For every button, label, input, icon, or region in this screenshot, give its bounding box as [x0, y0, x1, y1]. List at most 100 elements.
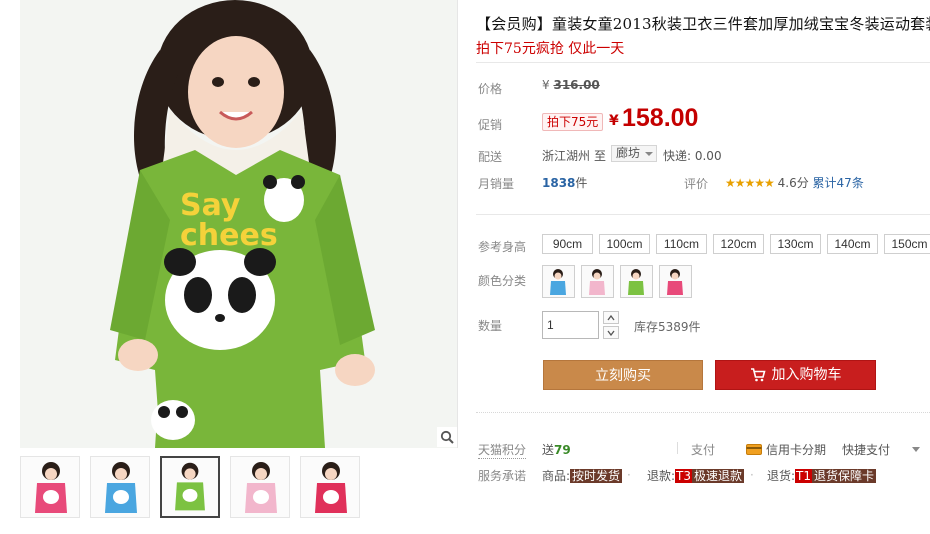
color-label: 颜色分类 [478, 274, 527, 288]
thumbnail-green-selected[interactable] [160, 456, 220, 518]
promise-refund[interactable]: 退款:T3 极速退款 [647, 467, 745, 484]
shipping-label: 配送 [478, 150, 503, 164]
chevron-down-icon[interactable] [912, 447, 920, 452]
original-price: ¥ 316.00 [542, 78, 600, 92]
shipping-to: 至 [594, 149, 607, 163]
size-option-130[interactable]: 130cm [770, 234, 821, 254]
svg-text:chees: chees [180, 218, 278, 253]
color-swatch-thumbnail [621, 266, 652, 297]
thumbnail-blue[interactable] [90, 456, 150, 518]
monthly-sales-count: 1838 [542, 176, 576, 190]
payment-separator [677, 442, 678, 454]
promise-return[interactable]: 退货:T1 退货保障卡 [767, 467, 877, 484]
tmall-points-value: 79 [554, 443, 571, 457]
add-to-cart-button[interactable]: 加入购物车 [715, 360, 876, 390]
quantity-input[interactable]: 1 [542, 311, 599, 339]
quantity-decrease-button[interactable] [603, 326, 619, 339]
color-option-green[interactable] [620, 265, 653, 298]
main-product-image[interactable]: Say chees [20, 0, 458, 448]
title-divider [476, 62, 930, 63]
promise-separator: · [750, 468, 754, 482]
thumbnail-strip [20, 456, 460, 522]
promo-label: 促销 [478, 118, 503, 132]
promise-goods-tag: 按时发货 [570, 469, 623, 483]
promise-goods[interactable]: 商品: 按时发货 [542, 467, 623, 484]
color-option-blue[interactable] [542, 265, 575, 298]
color-option-pink[interactable] [581, 265, 614, 298]
chevron-down-icon [645, 152, 654, 156]
rating-score: 4.6分 [777, 176, 809, 190]
color-option-rose[interactable] [659, 265, 692, 298]
promo-price-value: 158.00 [622, 104, 699, 132]
promise-refund-tag: 极速退款 [692, 469, 745, 483]
thumbnail-image [91, 457, 149, 517]
shipping-origin: 浙江湖州 [542, 149, 591, 163]
shipping-fee: 快递: 0.00 [663, 149, 722, 163]
destination-select[interactable]: 廊坊 [611, 145, 658, 162]
payment-label: 支付 [691, 443, 716, 457]
tmall-points-prefix: 送 [542, 443, 555, 457]
color-swatch-thumbnail [543, 266, 574, 297]
size-option-120[interactable]: 120cm [713, 234, 764, 254]
product-gallery: Say chees [0, 0, 462, 534]
promise-refund-prefix: 退款: [647, 469, 676, 483]
zoom-button[interactable] [437, 427, 457, 447]
color-options [542, 265, 692, 298]
tmall-points-label[interactable]: 天猫积分 [478, 441, 527, 459]
thumbnail-pink[interactable] [20, 456, 80, 518]
promise-goods-prefix: 商品: [542, 469, 571, 483]
color-swatch-thumbnail [582, 266, 613, 297]
quantity-label: 数量 [478, 319, 503, 333]
rating-stars-icon: ★★★★★ [725, 176, 775, 190]
product-detail-panel: 【会员购】童装女童2013秋装卫衣三件套加厚加绒宝宝冬装运动套装 拍下75元疯抢… [470, 0, 930, 534]
rating-label: 评价 [684, 177, 709, 191]
destination-value: 廊坊 [616, 146, 641, 160]
tmall-points: 送79 [542, 441, 571, 458]
credit-card-label: 信用卡分期 [766, 443, 827, 457]
add-to-cart-label: 加入购物车 [771, 367, 842, 383]
promo-price-currency: ¥ [609, 113, 619, 129]
quick-pay-option[interactable]: 快捷支付 [842, 441, 890, 458]
rating-summary[interactable]: ★★★★★ 4.6分 累计47条 [725, 174, 864, 191]
credit-card-installment[interactable]: 信用卡分期 [746, 441, 826, 458]
thumbnail-light-pink[interactable] [230, 456, 290, 518]
thumbnail-image [231, 457, 289, 517]
spec-divider [476, 214, 930, 215]
size-option-100[interactable]: 100cm [599, 234, 650, 254]
size-options: 90cm 100cm 110cm 120cm 130cm 140cm 150cm [542, 234, 930, 254]
promise-return-prefix: 退货: [767, 469, 796, 483]
size-label: 参考身高 [478, 240, 527, 254]
promise-separator: · [627, 468, 631, 482]
size-option-110[interactable]: 110cm [656, 234, 707, 254]
product-subtitle: 拍下75元疯抢 仅此一天 [476, 41, 625, 57]
stock-count: 库存5389件 [634, 320, 701, 334]
buy-now-button[interactable]: 立刻购买 [543, 360, 703, 390]
thumbnail-rose[interactable] [300, 456, 360, 518]
product-title: 【会员购】童装女童2013秋装卫衣三件套加厚加绒宝宝冬装运动套装 [476, 15, 930, 33]
thumbnail-image [301, 457, 359, 517]
actions-divider [476, 412, 930, 413]
thumbnail-image [21, 457, 79, 517]
original-price-currency: ¥ [542, 78, 550, 92]
monthly-sales: 1838件 [542, 174, 587, 191]
original-price-value: 316.00 [553, 78, 600, 92]
service-promise-label: 服务承诺 [478, 469, 527, 483]
promo-tag: 拍下75元 [542, 113, 604, 131]
promise-return-t-badge: T1 [795, 469, 813, 483]
price-label: 价格 [478, 82, 503, 96]
magnifier-icon [440, 430, 454, 444]
review-count-link[interactable]: 累计47条 [813, 176, 864, 190]
chevron-up-icon [607, 314, 615, 320]
quantity-increase-button[interactable] [603, 311, 619, 324]
shopping-cart-icon [750, 368, 766, 382]
monthly-sales-unit: 件 [575, 176, 588, 190]
promise-refund-t-badge: T3 [675, 469, 693, 483]
size-option-140[interactable]: 140cm [827, 234, 878, 254]
chevron-down-icon [607, 330, 615, 336]
size-option-90[interactable]: 90cm [542, 234, 593, 254]
credit-card-icon [746, 444, 762, 455]
monthly-sales-label: 月销量 [478, 177, 515, 191]
color-swatch-thumbnail [660, 266, 691, 297]
promise-return-tag: 退货保障卡 [812, 469, 877, 483]
size-option-150[interactable]: 150cm [884, 234, 930, 254]
